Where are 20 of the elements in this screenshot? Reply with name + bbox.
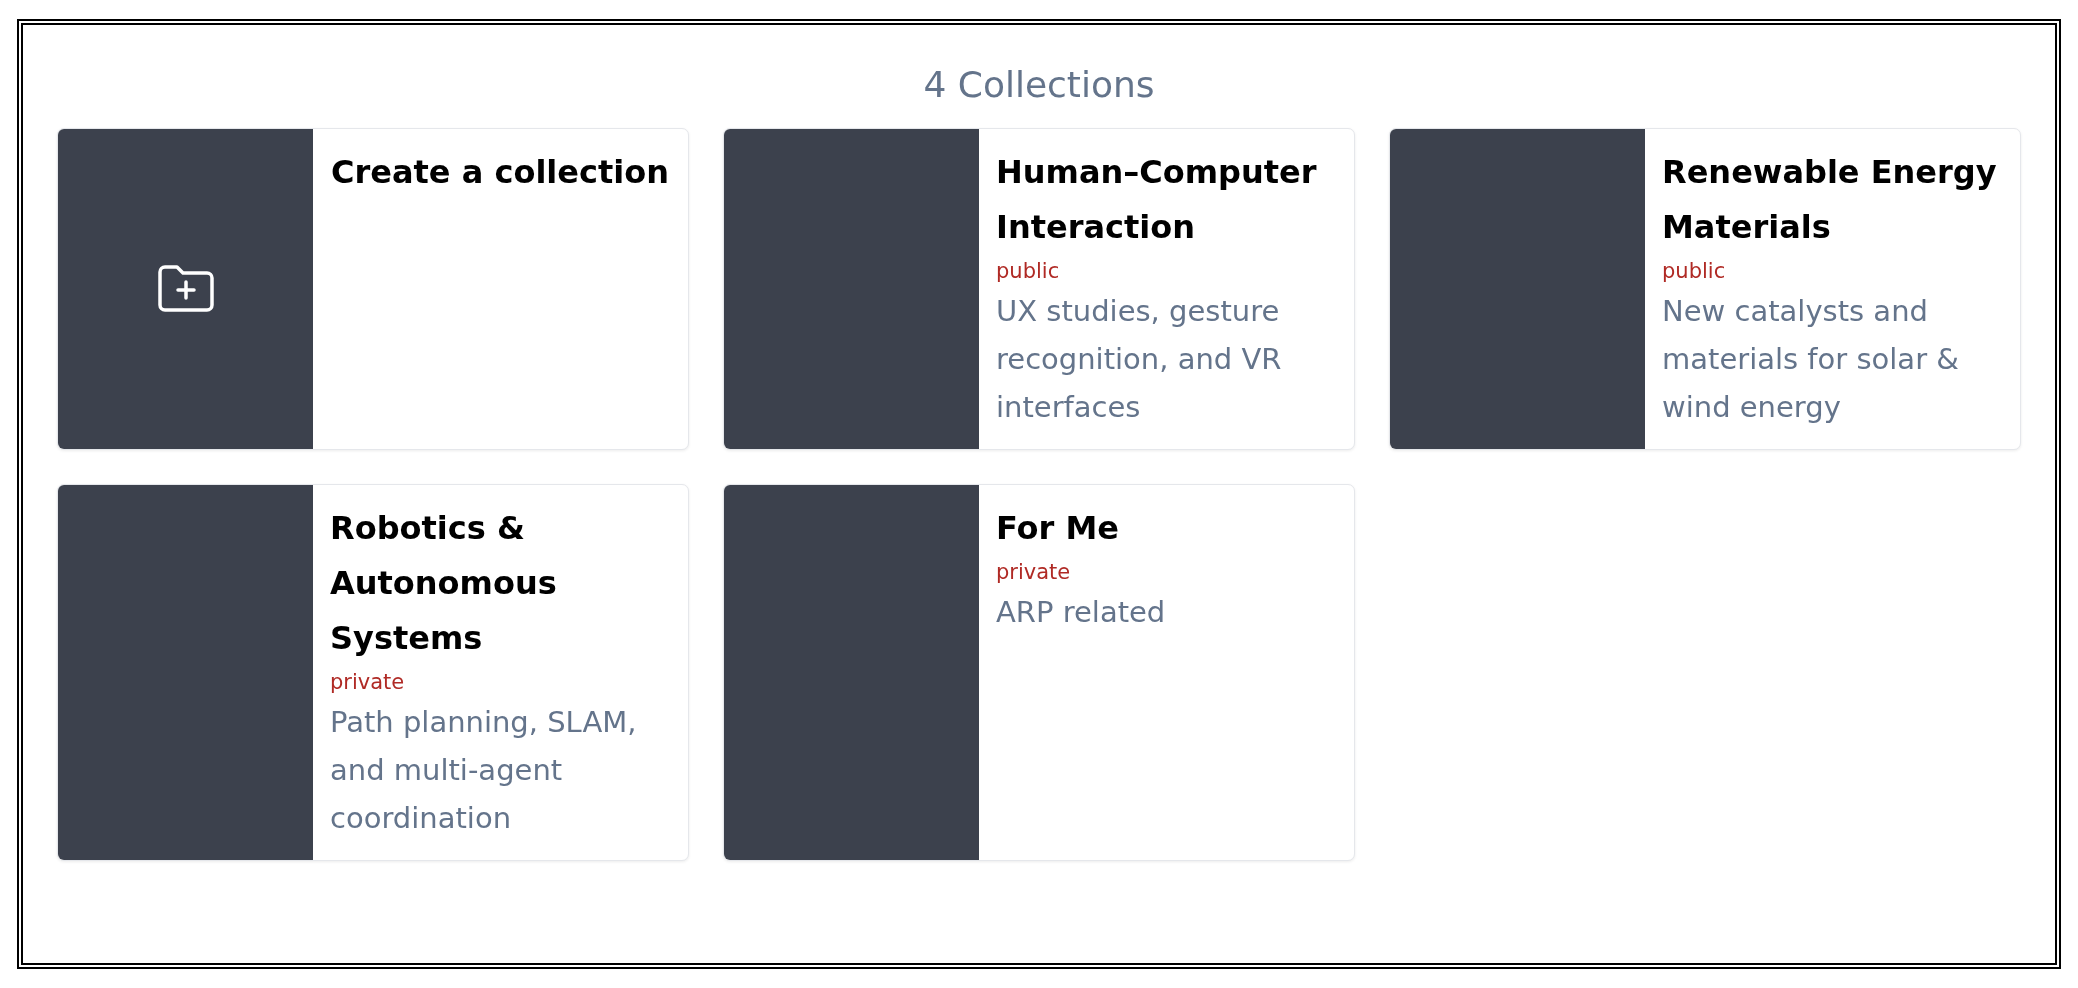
card-title: Robotics & Autonomous Systems xyxy=(330,508,558,660)
card-title: For Me xyxy=(996,508,1120,550)
visibility-label: private xyxy=(330,669,406,697)
card-title: Human–Computer Interaction xyxy=(996,152,1318,249)
collection-card[interactable]: Robotics & Autonomous Systems private Path planning, SLAM, and multi-agent coordination xyxy=(57,484,689,862)
collection-card[interactable]: Renewable Energy Materials public New catalysts and materials for solar & wind energy xyxy=(1389,128,2021,451)
page-title: 4 Collections xyxy=(922,63,1156,107)
card-title: Renewable Energy Materials xyxy=(1662,152,1998,249)
create-collection-card[interactable]: Create a collection xyxy=(57,128,689,451)
visibility-label: private xyxy=(996,559,1072,587)
card-title: Create a collection xyxy=(330,152,670,194)
card-description: ARP related xyxy=(996,594,1167,632)
folder-plus-icon xyxy=(156,264,215,315)
collection-card[interactable]: For Me private ARP related xyxy=(723,484,1355,862)
card-description: New catalysts and materials for solar & wind energy xyxy=(1662,293,1960,427)
visibility-label: public xyxy=(1662,258,1727,286)
visibility-label: public xyxy=(996,258,1061,286)
card-description: Path planning, SLAM, and multi-agent coordination xyxy=(330,704,638,838)
collection-card[interactable]: Human–Computer Interaction public UX studies, gesture recognition, and VR interfaces xyxy=(723,128,1355,451)
card-description: UX studies, gesture recognition, and VR interfaces xyxy=(996,293,1283,427)
